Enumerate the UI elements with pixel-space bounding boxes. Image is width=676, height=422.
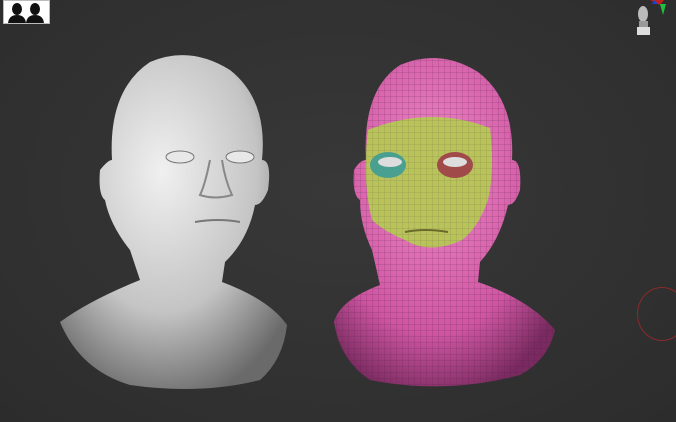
3d-viewport[interactable]	[0, 0, 676, 422]
polygroup-head[interactable]	[334, 57, 555, 387]
sculpted-head[interactable]	[60, 55, 287, 389]
models-layer	[60, 55, 555, 389]
